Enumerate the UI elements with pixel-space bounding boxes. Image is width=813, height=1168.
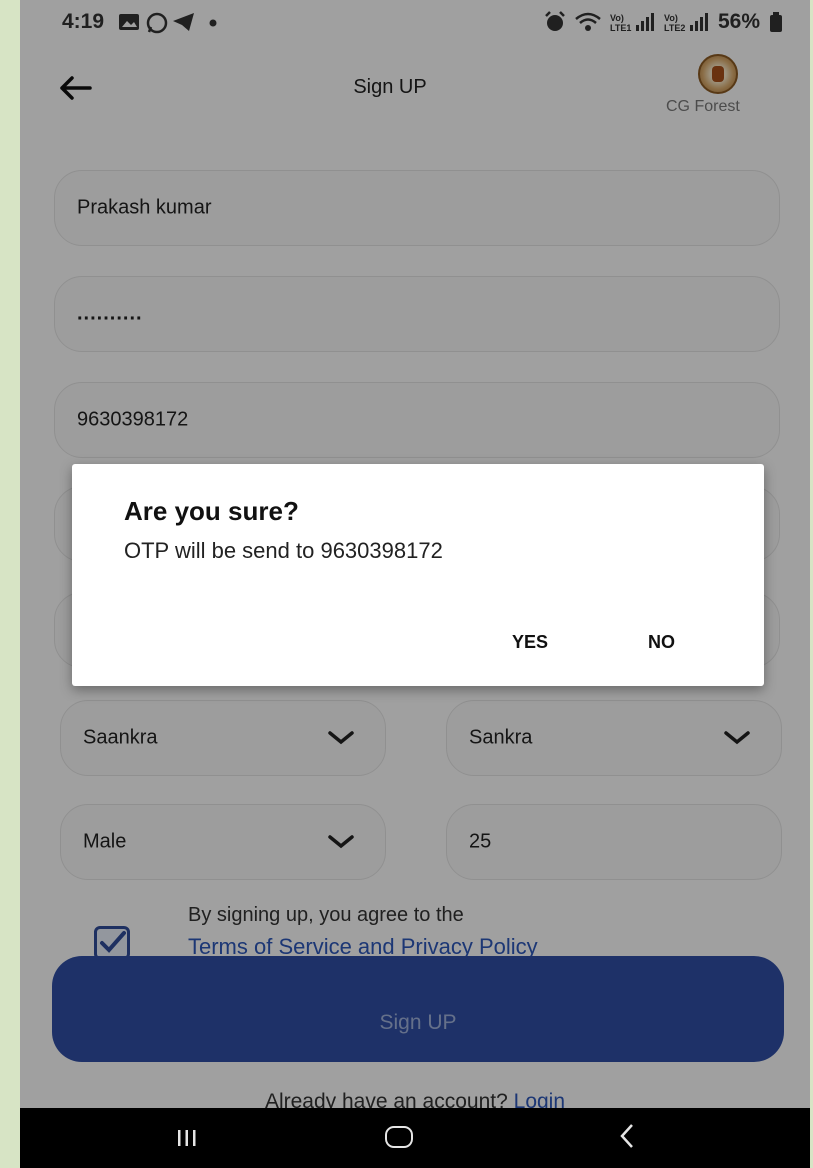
yes-button[interactable]: YES [512,632,548,653]
nav-back-icon[interactable] [618,1122,636,1150]
dialog-message: OTP will be send to 9630398172 [124,538,443,563]
no-button[interactable]: NO [648,632,675,653]
confirm-dialog: Are you sure? OTP will be send to 963039… [72,464,764,686]
phone-screen: 4:19 Vo) LTE1 Vo) LTE2 56% Sign UP CG Fore… [20,0,810,1168]
dialog-title: Are you sure? [124,496,299,526]
home-icon[interactable] [385,1126,413,1148]
system-nav-bar [20,1108,810,1168]
recent-apps-icon[interactable] [176,1128,198,1148]
